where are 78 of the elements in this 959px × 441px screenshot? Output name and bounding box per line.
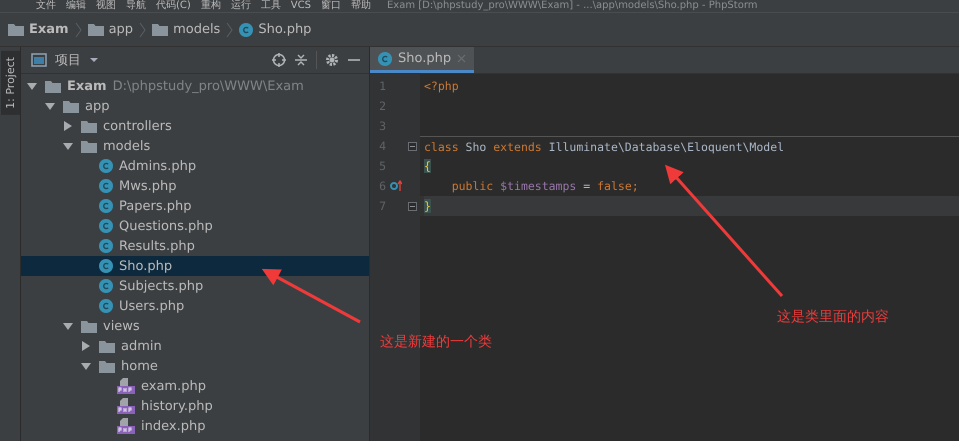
override-marker-icon[interactable] (390, 180, 402, 192)
tree-item[interactable]: app (21, 96, 369, 116)
tree-item[interactable]: Exam D:\phpstudy_pro\WWW\Exam (21, 76, 369, 96)
class-icon (99, 199, 113, 213)
fold-marker-icon[interactable] (408, 202, 416, 210)
menu-item[interactable]: 帮助 (350, 0, 371, 12)
expanded-arrow-icon[interactable] (63, 321, 73, 331)
tree-item[interactable]: models (21, 136, 369, 156)
tree-item[interactable]: index.php (21, 416, 369, 436)
tree-item[interactable]: Questions.php (21, 216, 369, 236)
annotation-text: 这是新建的一个类 (380, 333, 492, 351)
tree-item[interactable]: Users.php (21, 296, 369, 316)
tree-item[interactable]: Subjects.php (21, 276, 369, 296)
code-line: class Sho extends Illuminate\Database\Eloquent\Model (424, 138, 786, 156)
class-icon (99, 259, 113, 273)
code-line: public $timestamps = false; (450, 178, 640, 195)
class-icon (378, 52, 392, 66)
menu-item[interactable]: VCS (290, 0, 311, 12)
window-title: Exam [D:\phpstudy_pro\WWW\Exam] - ...\app\models\Sho.php - PhpStorm (386, 0, 758, 12)
breadcrumb-item[interactable]: Exam (8, 22, 69, 37)
tree-item[interactable]: views (21, 316, 369, 336)
class-icon (99, 159, 113, 173)
fold-marker-icon[interactable] (408, 142, 416, 150)
breadcrumb-item[interactable]: Sho.php (239, 22, 312, 37)
settings-icon[interactable] (325, 53, 339, 67)
folder-icon (63, 100, 79, 112)
chevron-icon (74, 22, 82, 38)
code-line: <?php (424, 78, 460, 95)
chevron-icon (226, 22, 234, 38)
class-icon (239, 22, 254, 36)
breadcrumb-item[interactable]: app (88, 22, 134, 37)
class-icon (99, 179, 113, 193)
tree-item[interactable]: controllers (21, 116, 369, 136)
class-icon (99, 239, 113, 253)
collapsed-arrow-icon[interactable] (63, 121, 73, 131)
menu-item[interactable]: 视图 (96, 0, 116, 12)
annotation-text: 这是类里面的内容 (777, 308, 889, 326)
menu-item[interactable]: 编辑 (66, 0, 86, 12)
panel-title[interactable]: 项目 (55, 51, 81, 69)
collapse-all-icon[interactable] (294, 53, 308, 67)
tree-item[interactable]: Sho.php (21, 256, 369, 276)
php-file-icon (117, 418, 135, 434)
menu-item[interactable]: 工具 (260, 0, 281, 12)
menu-item[interactable]: 代码(C) (156, 0, 191, 12)
tree-item[interactable]: Admins.php (21, 156, 369, 176)
folder-icon (81, 320, 97, 332)
folder-icon (8, 23, 24, 36)
tree-item[interactable]: exam.php (21, 376, 369, 396)
editor-tab[interactable]: Sho.php (370, 47, 474, 73)
folder-icon (45, 80, 61, 92)
menu-item[interactable]: 运行 (230, 0, 251, 12)
php-file-icon (117, 398, 135, 414)
folder-icon (99, 340, 115, 352)
folder-icon (99, 360, 115, 372)
collapsed-arrow-icon[interactable] (81, 341, 91, 351)
class-icon (99, 219, 113, 233)
tree-item[interactable]: Papers.php (21, 196, 369, 216)
tree-item[interactable]: Mws.php (21, 176, 369, 196)
folder-icon (88, 23, 104, 36)
folder-icon (152, 23, 168, 36)
crosshair-icon[interactable] (272, 53, 286, 67)
folder-icon (81, 140, 97, 152)
folder-icon (81, 120, 97, 132)
breadcrumb-item[interactable]: models (152, 22, 220, 37)
expanded-arrow-icon[interactable] (81, 361, 91, 371)
chevron-icon (139, 22, 146, 38)
tree-item[interactable]: admin (21, 336, 369, 356)
php-file-icon (117, 378, 135, 394)
expanded-arrow-icon[interactable] (63, 141, 73, 151)
tree-item[interactable]: home (21, 356, 369, 376)
project-tool-tab[interactable]: 1: Project (0, 51, 20, 115)
tree-item[interactable]: history.php (21, 396, 369, 416)
menu-item[interactable]: 重构 (200, 0, 221, 12)
class-icon (99, 299, 113, 313)
class-icon (99, 279, 113, 293)
window-icon (31, 53, 47, 67)
dropdown-caret-icon[interactable] (89, 57, 99, 63)
tree-item[interactable]: Results.php (21, 236, 369, 256)
